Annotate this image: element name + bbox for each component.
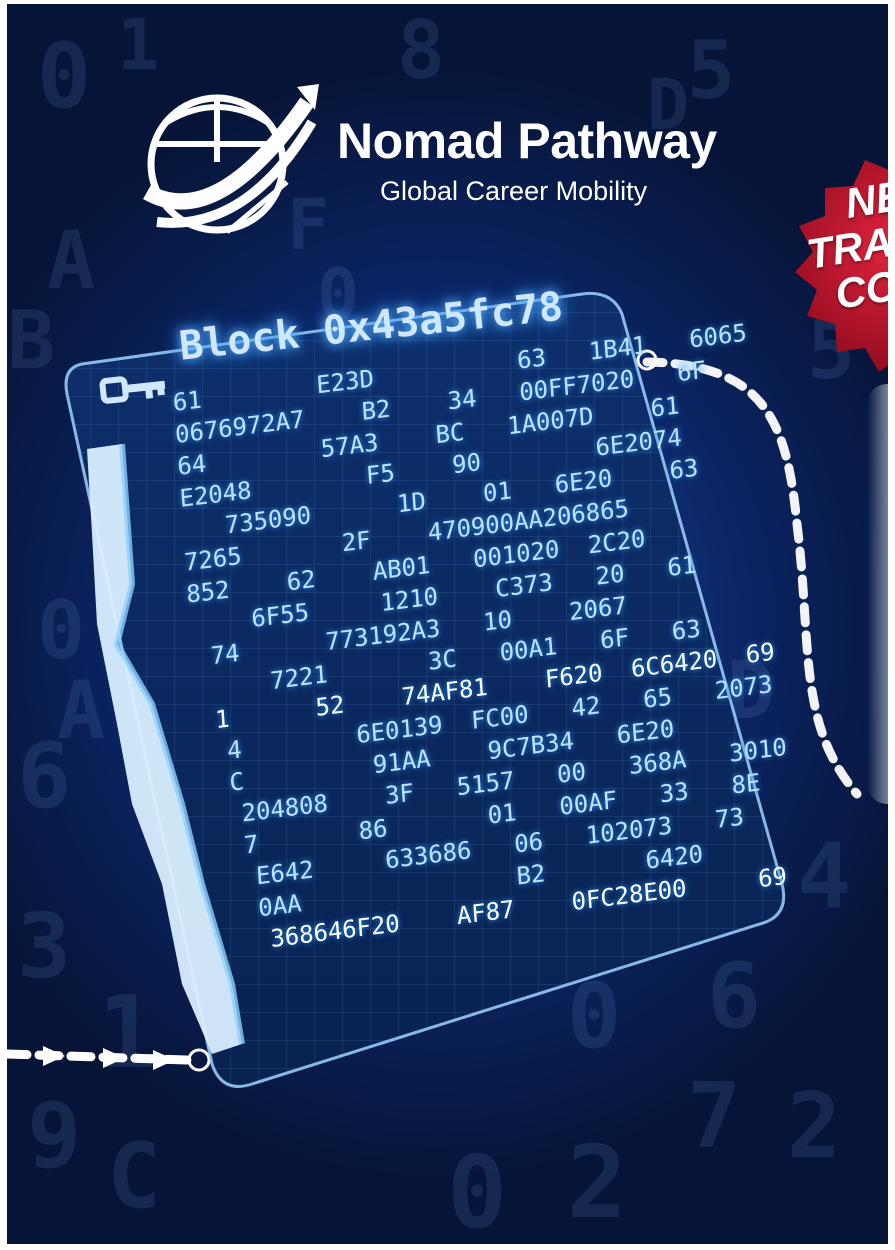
brand-tagline: Global Career Mobility (380, 176, 648, 206)
poster-canvas: 0 1 8 5 A 0 D B 6 0 F 1 3 7 0 2 4 A 9 D … (7, 4, 888, 1244)
globe-arrow-logo-icon (143, 84, 319, 234)
brand-name: Nomad Pathway (337, 113, 717, 169)
right-glow (867, 384, 888, 804)
key-icon (99, 376, 166, 404)
